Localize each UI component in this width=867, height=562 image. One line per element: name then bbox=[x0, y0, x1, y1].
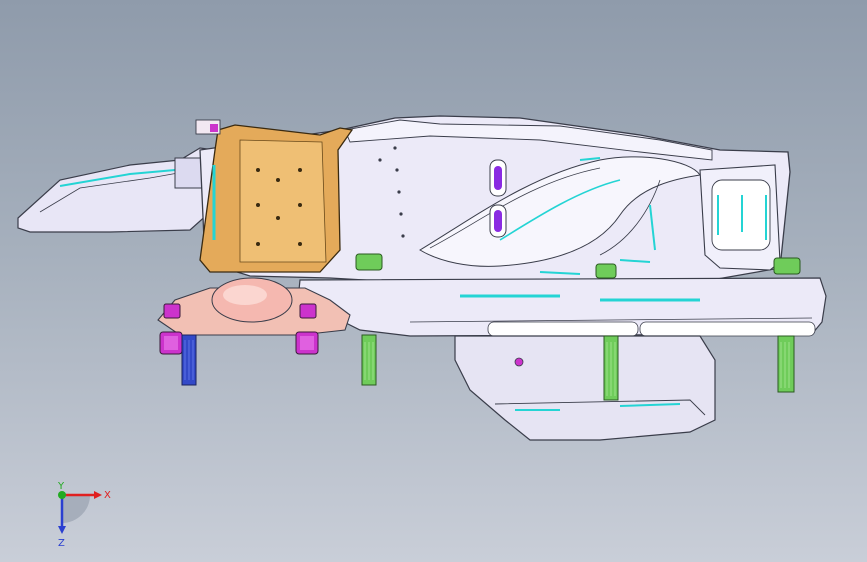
y-axis-dot bbox=[58, 491, 66, 499]
z-axis-label: Z bbox=[58, 538, 65, 549]
lower-rail-pocket-2 bbox=[639, 321, 816, 337]
cad-model-render[interactable] bbox=[0, 0, 867, 562]
orange-bracket-face bbox=[239, 139, 327, 263]
axis-triad-graphic: X Y Z bbox=[57, 481, 111, 549]
axis-triad: X Y Z bbox=[40, 480, 120, 550]
magenta-bolt-left[interactable] bbox=[159, 331, 183, 355]
sump-pan bbox=[454, 335, 716, 441]
magenta-bolt-right[interactable] bbox=[295, 331, 319, 355]
engine-mount-dome-highlight bbox=[223, 285, 267, 305]
x-axis-arrowhead bbox=[94, 491, 102, 499]
lower-rail-pocket-1 bbox=[487, 321, 639, 337]
sump-drain-plug bbox=[514, 357, 524, 367]
top-clip-magenta bbox=[210, 124, 218, 132]
x-axis-label: X bbox=[104, 490, 111, 501]
slot-upper-inner bbox=[494, 166, 502, 190]
y-axis-label: Y bbox=[57, 481, 65, 492]
blue-stud[interactable] bbox=[181, 334, 197, 386]
magenta-bolt-top-right[interactable] bbox=[299, 303, 317, 319]
triad-shadow-quadrant bbox=[62, 495, 90, 523]
cad-3d-viewport[interactable]: X Y Z bbox=[0, 0, 867, 562]
z-axis-arrowhead bbox=[58, 526, 66, 534]
slot-lower-inner bbox=[494, 210, 502, 232]
magenta-bolt-top-left[interactable] bbox=[163, 303, 181, 319]
